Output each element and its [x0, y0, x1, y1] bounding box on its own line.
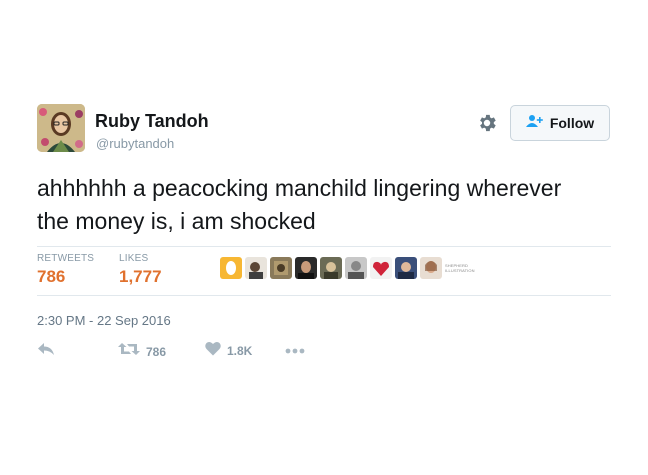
more-button[interactable]	[285, 341, 305, 359]
like-button[interactable]: 1.8K	[205, 341, 252, 361]
likes-label: LIKES	[119, 253, 149, 264]
liker-avatar[interactable]	[295, 257, 317, 279]
liker-avatar[interactable]	[270, 257, 292, 279]
liker-avatar[interactable]	[245, 257, 267, 279]
reply-icon	[37, 341, 55, 362]
follow-label: Follow	[549, 115, 595, 131]
liker-avatar[interactable]	[345, 257, 367, 279]
tweet-card: Ruby Tandoh @rubytandoh Follow ahhhhhh a…	[0, 0, 648, 475]
liker-logo[interactable]: SHEPHERD ILLUSTRATION	[445, 257, 475, 279]
liker-logo-line2: ILLUSTRATION	[445, 268, 475, 273]
retweets-label: RETWEETS	[37, 253, 95, 264]
like-count: 1.8K	[227, 344, 253, 358]
liker-avatar[interactable]	[320, 257, 342, 279]
tweet-text: ahhhhhh a peacocking manchild lingering …	[37, 175, 562, 234]
liker-avatar[interactable]	[370, 257, 392, 279]
liker-avatar[interactable]	[220, 257, 242, 279]
user-handle[interactable]: @rubytandoh	[96, 136, 174, 151]
likes-stat[interactable]: LIKES 1,777	[119, 253, 162, 287]
liker-avatar[interactable]	[395, 257, 417, 279]
liker-avatar[interactable]	[420, 257, 442, 279]
likes-value: 1,777	[119, 267, 162, 286]
divider-top	[37, 246, 611, 247]
more-dots-icon	[285, 341, 305, 359]
timestamp[interactable]: 2:30 PM - 22 Sep 2016	[37, 313, 171, 328]
retweets-stat[interactable]: RETWEETS 786	[37, 253, 94, 287]
retweets-value: 786	[37, 267, 66, 286]
reply-button[interactable]	[37, 341, 55, 362]
gear-icon[interactable]	[476, 112, 498, 134]
retweet-icon	[118, 341, 140, 362]
display-name[interactable]: Ruby Tandoh	[95, 111, 209, 132]
follow-button[interactable]: Follow	[510, 105, 610, 141]
retweet-count: 786	[146, 344, 167, 359]
retweet-button[interactable]: 786	[118, 341, 166, 362]
divider-bottom	[37, 295, 611, 296]
likers-avatars: SHEPHERD ILLUSTRATION	[220, 257, 475, 279]
avatar[interactable]	[37, 104, 85, 152]
follow-user-icon	[525, 114, 544, 133]
heart-icon	[205, 341, 221, 361]
